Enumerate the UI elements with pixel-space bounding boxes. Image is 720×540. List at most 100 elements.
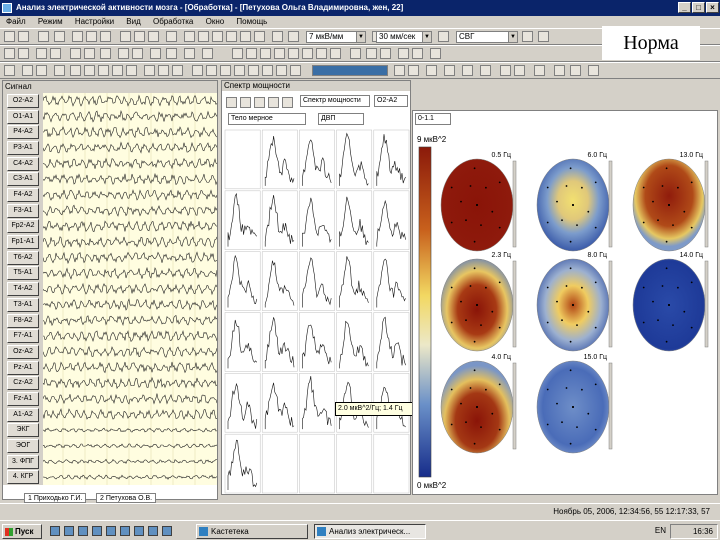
search-icon[interactable] <box>234 65 245 76</box>
tab-patient-1[interactable]: 1 Приходько Г.И. <box>24 493 87 503</box>
ruler-icon[interactable] <box>240 31 251 42</box>
scale-axes-icon[interactable] <box>500 65 511 76</box>
pencil-icon[interactable] <box>184 48 195 59</box>
quicklaunch-desktop-icon[interactable] <box>50 526 60 536</box>
map-slider[interactable] <box>512 260 517 348</box>
new-icon[interactable] <box>4 31 15 42</box>
channel-label[interactable]: ЭОГ <box>7 438 39 453</box>
eeg-traces[interactable] <box>42 93 218 485</box>
marker-icon[interactable] <box>18 48 29 59</box>
graph-icon[interactable] <box>144 65 155 76</box>
arrow-right-icon[interactable] <box>438 31 449 42</box>
book-icon[interactable] <box>54 65 65 76</box>
table-icon[interactable] <box>132 48 143 59</box>
page-icon[interactable] <box>36 48 47 59</box>
menu-view[interactable]: Вид <box>126 17 140 26</box>
channel-label[interactable]: ЭКГ <box>7 423 39 438</box>
record-icon[interactable] <box>134 31 145 42</box>
sensitivity-select[interactable]: 7 мкВ/мм ▼ <box>306 31 366 43</box>
map-slider[interactable] <box>512 160 517 248</box>
task-kastetka[interactable]: Kастетека <box>196 524 308 539</box>
stop-icon[interactable] <box>148 31 159 42</box>
menu-mode[interactable]: Режим <box>38 17 63 26</box>
channel-label[interactable]: Oz-A2 <box>7 344 39 359</box>
palette-icon[interactable] <box>538 31 549 42</box>
spectrum-copy-icon[interactable] <box>226 97 237 108</box>
channel-label[interactable]: T3-A1 <box>7 297 39 312</box>
map-slider[interactable] <box>512 362 517 450</box>
paste-icon[interactable] <box>100 31 111 42</box>
sum-icon[interactable] <box>514 65 525 76</box>
help-icon[interactable] <box>588 65 599 76</box>
channel-label[interactable]: F8-A2 <box>7 313 39 328</box>
mark-region-icon[interactable] <box>480 65 491 76</box>
select-icon[interactable] <box>192 65 203 76</box>
histogram-icon[interactable] <box>158 65 169 76</box>
quicklaunch-browser-icon[interactable] <box>64 526 74 536</box>
mark-icon[interactable] <box>226 31 237 42</box>
zoom-out-icon[interactable] <box>380 48 391 59</box>
spectrum-scale-icon[interactable] <box>268 97 279 108</box>
grid-icon[interactable] <box>254 31 265 42</box>
channel-label[interactable]: A1-A2 <box>7 407 39 422</box>
spectrum-map-icon[interactable] <box>282 97 293 108</box>
channel-label[interactable]: Fz-A1 <box>7 391 39 406</box>
channel-label[interactable]: P3-A1 <box>7 141 39 156</box>
channel-label[interactable]: Fp2-A2 <box>7 219 39 234</box>
tab-patient-2[interactable]: 2 Петухова О.В. <box>96 493 157 503</box>
spectrum-display-select[interactable]: Тело мерное <box>228 113 306 125</box>
montage-select[interactable]: СВГ ▼ <box>456 31 518 43</box>
image-icon[interactable] <box>112 65 123 76</box>
calendar-icon[interactable] <box>70 65 81 76</box>
chart-line-icon[interactable] <box>570 65 581 76</box>
channel-label[interactable]: C3-A1 <box>7 172 39 187</box>
head-icon[interactable] <box>394 65 405 76</box>
first-icon[interactable] <box>4 48 15 59</box>
wave-icon[interactable] <box>118 48 129 59</box>
label-icon[interactable] <box>150 48 161 59</box>
quicklaunch-mail-icon[interactable] <box>106 526 116 536</box>
menu-window[interactable]: Окно <box>206 17 225 26</box>
rewind-icon[interactable] <box>246 48 257 59</box>
menu-settings[interactable]: Настройки <box>75 17 114 26</box>
color-map-icon[interactable] <box>276 65 287 76</box>
bookmark-icon[interactable] <box>430 48 441 59</box>
loop-icon[interactable] <box>350 48 361 59</box>
zoom-icon[interactable] <box>184 31 195 42</box>
print-icon[interactable] <box>54 31 65 42</box>
quicklaunch-tool-icon[interactable] <box>134 526 144 536</box>
lock-icon[interactable] <box>272 31 283 42</box>
channel-label[interactable]: 3. ФПГ <box>7 454 39 469</box>
close-button[interactable]: × <box>706 2 719 13</box>
spectrum-save-icon[interactable] <box>254 97 265 108</box>
channel-label[interactable]: C4-A2 <box>7 156 39 171</box>
expand-icon[interactable] <box>84 48 95 59</box>
pause-icon[interactable] <box>274 48 285 59</box>
marker-add-icon[interactable] <box>398 48 409 59</box>
quicklaunch-player-icon[interactable] <box>148 526 158 536</box>
channel-label[interactable]: Pz-A1 <box>7 360 39 375</box>
arrow-up-icon[interactable] <box>288 31 299 42</box>
channel-label[interactable]: 4. КГР <box>7 470 39 485</box>
fast-forward-icon[interactable] <box>316 48 327 59</box>
channel-label[interactable]: F4-A2 <box>7 188 39 203</box>
spectrum-lead-select[interactable]: O2-A2 <box>374 95 408 107</box>
scale-icon[interactable] <box>4 65 15 76</box>
open-icon[interactable] <box>18 31 29 42</box>
electrode-icon[interactable] <box>408 65 419 76</box>
channel-label[interactable]: P4-A2 <box>7 125 39 140</box>
map-slider[interactable] <box>608 260 613 348</box>
map-slider[interactable] <box>704 260 709 348</box>
monitor-icon[interactable] <box>120 31 131 42</box>
view-icon[interactable] <box>462 65 473 76</box>
menu-processing[interactable]: Обработка <box>153 17 193 26</box>
map-slider[interactable] <box>704 160 709 248</box>
channel-label[interactable]: T5-A1 <box>7 266 39 281</box>
save-icon[interactable] <box>38 31 49 42</box>
timer-icon[interactable] <box>220 65 231 76</box>
channel-label[interactable]: T6-A2 <box>7 250 39 265</box>
spectrum-type-select[interactable]: Спектр мощности <box>300 95 370 107</box>
step-back-icon[interactable] <box>260 48 271 59</box>
split-icon[interactable] <box>50 48 61 59</box>
signal-icon[interactable] <box>36 65 47 76</box>
